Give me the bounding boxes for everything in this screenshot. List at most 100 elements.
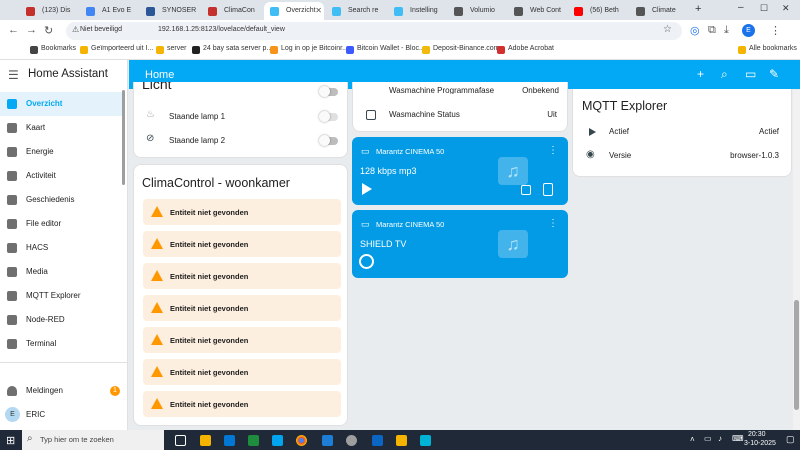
browser-tab[interactable]: Search re	[326, 2, 386, 20]
speaker-icon[interactable]	[543, 183, 553, 196]
clock-date[interactable]: 3-10-2025	[744, 440, 776, 447]
sidebar-item-mqtt-explorer[interactable]: MQTT Explorer	[0, 284, 122, 308]
maximize-icon[interactable]: ☐	[760, 3, 768, 14]
bookmark-item[interactable]: server	[156, 45, 187, 54]
app-icon[interactable]	[322, 435, 333, 446]
media-browse-icon[interactable]	[521, 185, 531, 195]
lamp-1-toggle[interactable]	[319, 111, 338, 122]
chrome-icon[interactable]	[296, 435, 307, 446]
forward-icon[interactable]: →	[26, 24, 37, 36]
page-scrollbar-track[interactable]	[793, 90, 800, 430]
close-tab-icon[interactable]: ✕	[315, 2, 322, 20]
puzzle-icon[interactable]: ⧉	[708, 24, 716, 37]
browser-tab[interactable]: SYNOSER	[140, 2, 200, 20]
security-label[interactable]: Niet beveiligd	[80, 26, 122, 33]
sidebar-item-overzicht[interactable]: Overzicht	[0, 92, 122, 116]
entity-name[interactable]: Wasmachine Programmafase	[389, 86, 494, 94]
lamp-icon: ♨	[146, 109, 155, 120]
back-icon[interactable]: ←	[8, 24, 19, 36]
bookmark-item[interactable]: Adobe Acrobat	[497, 45, 554, 54]
app-icon[interactable]	[272, 435, 283, 446]
app-icon[interactable]	[248, 435, 259, 446]
sidebar-item-file-editor[interactable]: File editor	[0, 212, 122, 236]
volume-icon[interactable]: ♪	[718, 434, 722, 443]
url-text[interactable]: 192.168.1.25:8123/lovelace/default_view	[158, 26, 285, 33]
menu-icon[interactable]: ☰	[8, 68, 19, 82]
browser-tab[interactable]: ClimaCon	[202, 2, 262, 20]
sidebar-item-media[interactable]: Media	[0, 260, 122, 284]
close-window-icon[interactable]: ✕	[782, 3, 790, 14]
minimize-icon[interactable]: –	[738, 2, 744, 13]
app-icon[interactable]	[372, 435, 383, 446]
reload-icon[interactable]: ↻	[44, 24, 53, 37]
browser-tab[interactable]: Climate	[630, 2, 690, 20]
star-icon[interactable]: ☆	[663, 24, 672, 35]
outlook-icon[interactable]	[224, 435, 235, 446]
more-vert-icon[interactable]: ⋮	[548, 145, 558, 156]
browser-tab[interactable]: A1 Evo E	[80, 2, 138, 20]
media-player-card[interactable]: ▭ Marantz CINEMA 50 ⋮ 128 kbps mp3 ♫	[352, 137, 568, 205]
page-scrollbar-thumb[interactable]	[794, 300, 799, 410]
assist-icon[interactable]: ▭	[745, 67, 756, 81]
download-icon[interactable]: ⤓	[724, 24, 729, 37]
light-toggle[interactable]	[319, 86, 338, 97]
sidebar-item-kaart[interactable]: Kaart	[0, 116, 122, 140]
url-field[interactable]: ⚠ Niet beveiligd 192.168.1.25:8123/lovel…	[66, 22, 682, 40]
entity-name[interactable]: Staande lamp 2	[169, 136, 225, 145]
browser-tab[interactable]: Web Cont	[508, 2, 566, 20]
browser-tab[interactable]: Instelling	[388, 2, 446, 20]
browser-tab[interactable]: (56) Beth	[568, 2, 628, 20]
entity-name[interactable]: Staande lamp 1	[169, 112, 225, 121]
extension-icon[interactable]: ◎	[690, 24, 700, 37]
network-icon[interactable]: ▭	[704, 434, 712, 443]
profile-avatar[interactable]: E	[742, 24, 755, 37]
browser-tab[interactable]: Volumio	[448, 2, 506, 20]
bookmark-item[interactable]: Geïmporteerd uit I...	[80, 45, 153, 54]
notifications-icon[interactable]: ▢	[786, 434, 795, 445]
bookmark-item[interactable]: Deposit-Binance.com	[422, 45, 500, 54]
media-player-card[interactable]: ▭ Marantz CINEMA 50 ⋮ SHIELD TV ♫	[352, 210, 568, 278]
entity-name[interactable]: Wasmachine Status	[389, 110, 460, 119]
settings-icon[interactable]	[346, 435, 357, 446]
file-explorer-icon[interactable]	[200, 435, 211, 446]
search-icon[interactable]: ⌕	[721, 67, 728, 82]
edit-icon[interactable]: ✎	[769, 67, 779, 81]
sidebar-item-activiteit[interactable]: Activiteit	[0, 164, 122, 188]
sidebar-item-energie[interactable]: Energie	[0, 140, 122, 164]
warning-icon[interactable]: ⚠	[72, 25, 79, 34]
bookmark-item[interactable]: 24 bay sata server p...	[192, 45, 272, 54]
entity-name[interactable]: Actief	[609, 127, 629, 136]
entity-name[interactable]: Versie	[609, 151, 631, 160]
music-art-icon: ♫	[498, 230, 528, 258]
tray-chevron-icon[interactable]: ˄	[690, 435, 695, 444]
bookmark-item[interactable]: Bitcoin Wallet - Bloc...	[346, 45, 425, 54]
more-vert-icon[interactable]: ⋮	[548, 218, 558, 229]
task-view-icon[interactable]	[175, 435, 186, 446]
sidebar-item-label: Node-RED	[26, 315, 65, 324]
sidebar-notifications[interactable]: Meldingen 1	[0, 379, 122, 403]
more-vert-icon[interactable]: ⋮	[770, 24, 781, 37]
clock-time[interactable]: 20:30	[748, 431, 766, 438]
bookmark-label: server	[167, 45, 187, 52]
all-bookmarks[interactable]: Alle bookmarks	[738, 45, 797, 54]
windows-start-icon[interactable]: ⊞	[6, 434, 15, 447]
add-icon[interactable]: +	[697, 67, 704, 81]
sidebar-item-hacs[interactable]: HACS	[0, 236, 122, 260]
browser-tab-active[interactable]: Overzicht ✕	[264, 2, 324, 20]
sidebar-user[interactable]: E ERIC	[0, 403, 122, 427]
browser-tab[interactable]: (123) Dis	[20, 2, 78, 20]
sidebar-item-geschiedenis[interactable]: Geschiedenis	[0, 188, 122, 212]
keyboard-icon[interactable]: ⌨	[732, 434, 744, 443]
sidebar-item-node-red[interactable]: Node-RED	[0, 308, 122, 332]
power-icon[interactable]	[359, 254, 374, 269]
bookmark-item[interactable]: Bookmarks	[30, 45, 76, 54]
new-tab-icon[interactable]: +	[695, 3, 701, 15]
app-icon[interactable]	[420, 435, 431, 446]
play-icon[interactable]	[362, 183, 372, 195]
app-icon[interactable]	[396, 435, 407, 446]
taskbar-search-input[interactable]: ⌕ Typ hier om te zoeken	[22, 430, 164, 450]
sidebar-scrollbar[interactable]	[122, 90, 125, 185]
bookmark-item[interactable]: Log in op je Bitcoinr...	[270, 45, 348, 54]
sidebar-item-terminal[interactable]: Terminal	[0, 332, 122, 356]
lamp-2-toggle[interactable]	[319, 135, 338, 146]
